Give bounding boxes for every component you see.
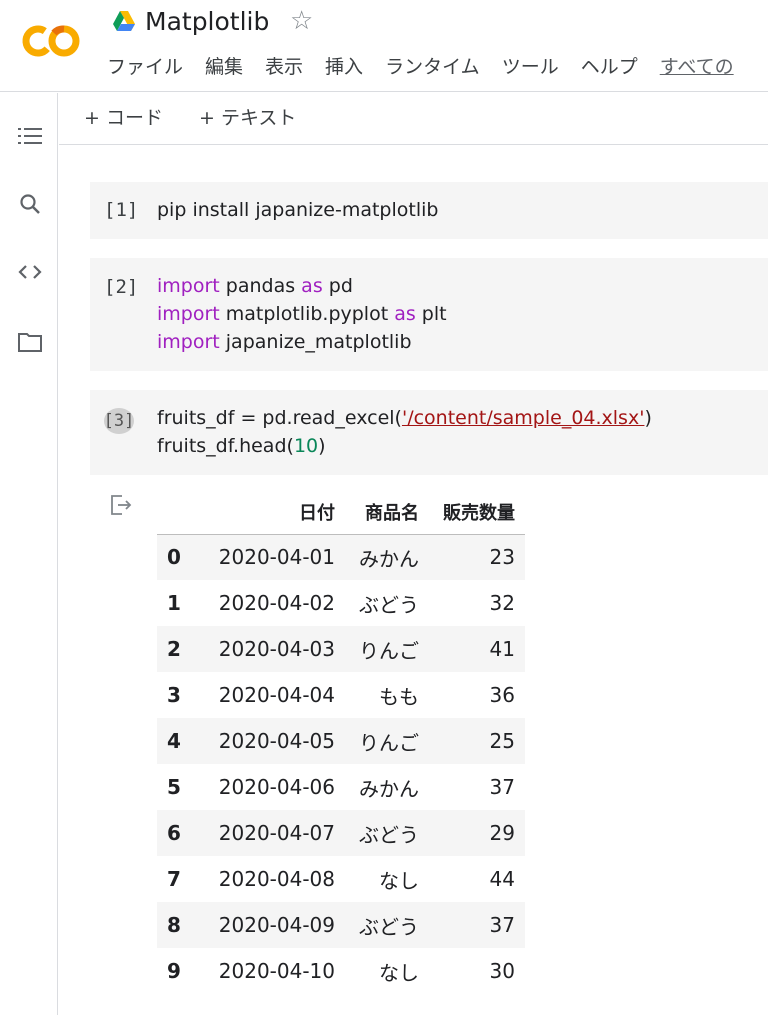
menu-edit[interactable]: 編集 <box>205 52 243 82</box>
table-row: 9 2020-04-10 なし 30 <box>157 948 525 994</box>
product-cell: もも <box>379 684 419 709</box>
keyword: as <box>394 303 416 325</box>
keyword: import <box>157 331 220 353</box>
search-icon[interactable] <box>17 191 43 217</box>
code-line[interactable]: fruits_df = pd.read_excel('/content/samp… <box>157 404 652 432</box>
code-line[interactable]: pip install japanize-matplotlib <box>157 196 438 224</box>
menu-bar: ファイル 編集 表示 挿入 ランタイム ツール ヘルプ すべての <box>107 52 756 82</box>
product-cell: りんご <box>345 718 429 764</box>
date-cell: 2020-04-06 <box>218 775 335 799</box>
table-row: 2 2020-04-03 りんご 41 <box>157 626 525 672</box>
index-header <box>157 490 197 535</box>
row-index: 0 <box>157 534 197 580</box>
row-index: 4 <box>157 718 197 764</box>
date-cell: 2020-04-10 <box>218 959 335 983</box>
row-index: 9 <box>167 959 181 983</box>
product-cell: ぶどう <box>345 902 429 948</box>
date-cell: 2020-04-07 <box>197 810 345 856</box>
run-cell-button[interactable]: [3] <box>104 408 134 434</box>
clear-output-icon[interactable] <box>110 494 134 516</box>
date-cell: 2020-04-02 <box>218 591 335 615</box>
table-row: 4 2020-04-05 りんご 25 <box>157 718 525 764</box>
quantity-cell: 44 <box>489 867 515 891</box>
column-header: 販売数量 <box>429 490 525 535</box>
quantity-cell: 23 <box>429 534 525 580</box>
quantity-cell: 32 <box>489 591 515 615</box>
row-index: 6 <box>157 810 197 856</box>
table-row: 7 2020-04-08 なし 44 <box>157 856 525 902</box>
code-line[interactable]: import matplotlib.pyplot as plt <box>157 300 447 328</box>
row-index: 5 <box>167 775 181 799</box>
toc-icon[interactable] <box>17 123 43 149</box>
table-row: 1 2020-04-02 ぶどう 32 <box>157 580 525 626</box>
date-cell: 2020-04-01 <box>197 534 345 580</box>
row-index: 2 <box>157 626 197 672</box>
table-header-row: 日付 商品名 販売数量 <box>157 490 525 535</box>
menu-runtime[interactable]: ランタイム <box>385 52 480 82</box>
date-cell: 2020-04-05 <box>197 718 345 764</box>
menu-insert[interactable]: 挿入 <box>325 52 363 82</box>
keyword: as <box>301 275 323 297</box>
keyword: import <box>157 275 220 297</box>
product-cell: みかん <box>345 534 429 580</box>
row-index: 1 <box>167 591 181 615</box>
product-cell: ぶどう <box>345 810 429 856</box>
menu-file[interactable]: ファイル <box>107 52 183 82</box>
table-row: 3 2020-04-04 もも 36 <box>157 672 525 718</box>
quantity-cell: 30 <box>489 959 515 983</box>
menu-tools[interactable]: ツール <box>502 52 559 82</box>
date-cell: 2020-04-09 <box>197 902 345 948</box>
quantity-cell: 37 <box>489 775 515 799</box>
product-cell: なし <box>379 868 419 893</box>
table-row: 8 2020-04-09 ぶどう 37 <box>157 902 525 948</box>
product-cell: みかん <box>359 776 419 801</box>
product-cell: りんご <box>345 626 429 672</box>
string-literal: '/content/sample_04.xlsx' <box>401 407 645 429</box>
table-row: 0 2020-04-01 みかん 23 <box>157 534 525 580</box>
dataframe-output: 日付 商品名 販売数量 0 2020-04-01 みかん 23 1 2020-04-02 ぶ… <box>157 490 525 994</box>
date-cell: 2020-04-04 <box>218 683 335 707</box>
row-index: 3 <box>167 683 181 707</box>
left-sidebar <box>0 93 58 1015</box>
star-icon[interactable]: ☆ <box>290 5 313 37</box>
drive-icon <box>113 11 135 31</box>
code-snippets-icon[interactable] <box>17 259 43 285</box>
colab-logo[interactable] <box>20 21 82 61</box>
table-row: 5 2020-04-06 みかん 37 <box>157 764 525 810</box>
quantity-cell: 36 <box>489 683 515 707</box>
quantity-cell: 41 <box>429 626 525 672</box>
app-header: Matplotlib ☆ ファイル 編集 表示 挿入 ランタイム ツール ヘルプ… <box>0 0 768 92</box>
product-cell: なし <box>379 960 419 985</box>
keyword: import <box>157 303 220 325</box>
notebook-toolbar: + コード + テキスト <box>59 93 768 145</box>
folder-icon[interactable] <box>17 329 43 355</box>
code-line[interactable]: fruits_df.head(10) <box>157 432 326 460</box>
column-header: 商品名 <box>345 490 429 535</box>
product-cell: ぶどう <box>359 592 419 617</box>
code-text: pip install japanize-matplotlib <box>157 199 439 221</box>
notebook-title[interactable]: Matplotlib <box>145 6 269 38</box>
date-cell: 2020-04-03 <box>197 626 345 672</box>
row-index: 7 <box>167 867 181 891</box>
column-header: 日付 <box>197 490 345 535</box>
quantity-cell: 37 <box>429 902 525 948</box>
quantity-cell: 29 <box>429 810 525 856</box>
execution-count: [2] <box>104 276 139 298</box>
menu-help[interactable]: ヘルプ <box>581 52 638 82</box>
code-line[interactable]: import japanize_matplotlib <box>157 328 412 356</box>
code-line[interactable]: import pandas as pd <box>157 272 353 300</box>
date-cell: 2020-04-08 <box>218 867 335 891</box>
all-changes-saved-link[interactable]: すべての <box>660 52 734 82</box>
number-literal: 10 <box>293 435 319 457</box>
table-row: 6 2020-04-07 ぶどう 29 <box>157 810 525 856</box>
add-code-button[interactable]: + コード <box>84 105 163 131</box>
menu-view[interactable]: 表示 <box>265 52 303 82</box>
execution-count: [1] <box>104 199 139 221</box>
quantity-cell: 25 <box>429 718 525 764</box>
add-text-button[interactable]: + テキスト <box>199 105 296 131</box>
row-index: 8 <box>157 902 197 948</box>
